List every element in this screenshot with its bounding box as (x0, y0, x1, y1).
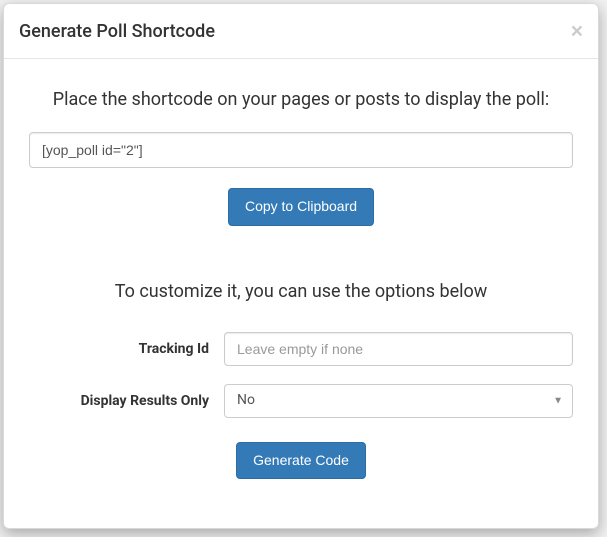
modal-title: Generate Poll Shortcode (19, 19, 215, 44)
tracking-id-label: Tracking Id (29, 341, 224, 357)
display-results-row: Display Results Only No ▼ (29, 384, 573, 418)
modal-header: Generate Poll Shortcode × (4, 4, 598, 59)
generate-code-button[interactable]: Generate Code (236, 442, 366, 480)
copy-button-row: Copy to Clipboard (29, 188, 573, 226)
generate-button-row: Generate Code (29, 442, 573, 480)
tracking-id-input[interactable] (224, 332, 573, 366)
generate-poll-shortcode-modal: Generate Poll Shortcode × Place the shor… (3, 3, 599, 529)
shortcode-input[interactable] (29, 132, 573, 168)
close-button[interactable]: × (571, 21, 583, 42)
display-results-label: Display Results Only (29, 393, 224, 409)
modal-body: Place the shortcode on your pages or pos… (4, 59, 598, 494)
instruction-text: Place the shortcode on your pages or pos… (29, 89, 573, 110)
tracking-id-row: Tracking Id (29, 332, 573, 366)
customize-text: To customize it, you can use the options… (29, 281, 573, 302)
copy-to-clipboard-button[interactable]: Copy to Clipboard (228, 188, 374, 226)
display-results-select[interactable]: No (224, 384, 573, 418)
display-results-select-wrap[interactable]: No ▼ (224, 384, 573, 418)
